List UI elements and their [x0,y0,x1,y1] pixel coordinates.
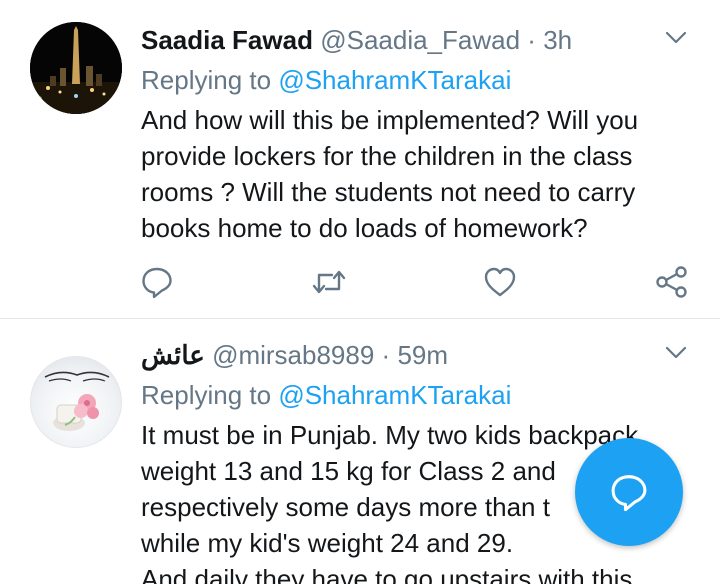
replying-handle-link[interactable]: @ShahramKTarakai [278,65,511,95]
chevron-down-icon[interactable] [664,341,688,365]
compose-reply-button[interactable] [575,438,683,546]
replying-to: Replying to @ShahramKTarakai [141,62,511,98]
tweet-header: عائش @mirsab8989 · 59m [141,337,448,373]
separator-dot: · [381,340,391,370]
replying-to: Replying to @ShahramKTarakai [141,377,511,413]
timestamp[interactable]: 59m [397,340,448,370]
author-handle[interactable]: @Saadia_Fawad [320,25,520,55]
share-icon[interactable] [655,265,689,299]
author-name[interactable]: Saadia Fawad [141,25,313,55]
timestamp[interactable]: 3h [543,25,572,55]
avatar-image [30,22,122,114]
replying-prefix: Replying to [141,380,272,410]
avatar[interactable] [30,356,122,448]
separator-dot: · [527,25,536,55]
avatar-image [44,371,110,431]
author-handle[interactable]: @mirsab8989 [212,340,374,370]
tweet-text-line: provide lockers for the children in the … [141,141,633,171]
retweet-icon[interactable] [312,265,346,299]
compose-reply-icon [611,475,647,512]
tweet-text-line: rooms ? Will the students not need to ca… [141,177,636,207]
reply-icon[interactable] [140,265,174,299]
tweet[interactable]: Saadia Fawad @Saadia_Fawad · 3h Replying… [0,0,720,319]
tweet-text-line: And daily they have to go upstairs with … [141,564,633,584]
tweet-text-line: books home to do loads of homework? [141,213,588,243]
tweet-header: Saadia Fawad @Saadia_Fawad · 3h [141,22,572,58]
avatar[interactable] [30,22,122,114]
chevron-down-icon[interactable] [664,26,688,50]
tweet-actions [0,265,720,301]
replying-handle-link[interactable]: @ShahramKTarakai [278,380,511,410]
replying-prefix: Replying to [141,65,272,95]
author-name[interactable]: عائش [141,340,205,370]
tweet-text: And how will this be implemented? Will y… [141,102,701,246]
heart-icon[interactable] [483,265,517,299]
tweet-text-line: And how will this be implemented? Will y… [141,105,639,135]
